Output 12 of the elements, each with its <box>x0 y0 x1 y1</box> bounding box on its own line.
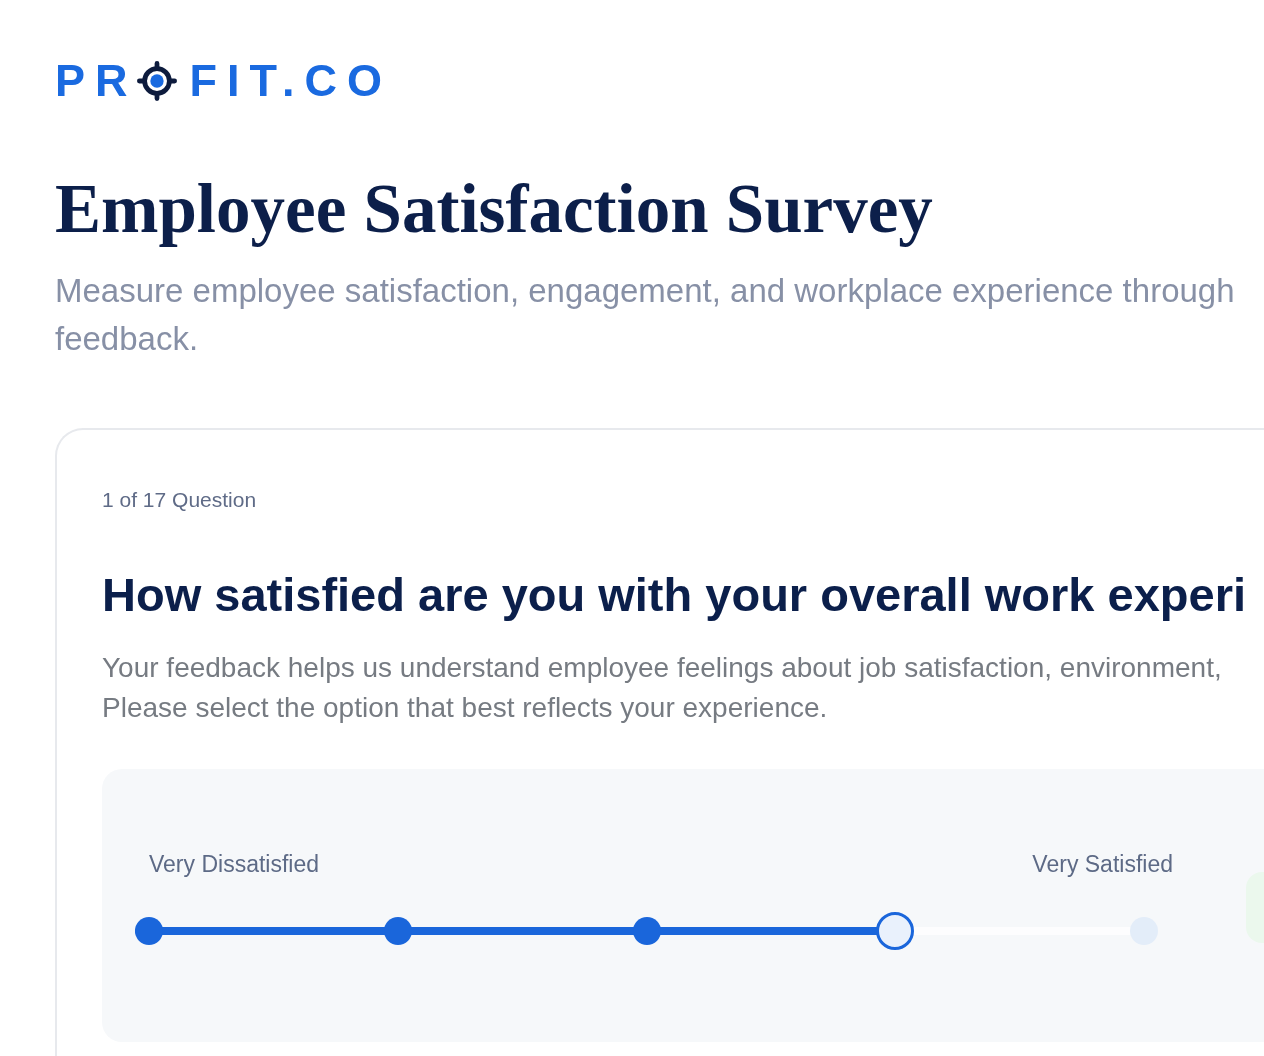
page-title: Employee Satisfaction Survey <box>55 170 934 249</box>
scale-point[interactable] <box>135 917 163 946</box>
crosshair-icon <box>136 60 177 101</box>
scale-point[interactable] <box>876 912 915 951</box>
question-title: How satisfied are you with your overall work experi <box>102 567 1248 624</box>
scale-label: Very Satisfied <box>1032 850 1173 880</box>
logo-text: PR <box>55 58 138 103</box>
scale-label: Very Dissatisfied <box>149 850 319 880</box>
question-description: Your feedback helps us understand employee feelings about job satisfaction, environment, Please select the option that best reflects your experience. <box>102 651 1223 726</box>
question-counter: 1 of 17 Question <box>102 486 258 513</box>
page-subtitle: Measure employee satisfaction, engagement, and workplace experience through feedback. <box>55 270 1236 359</box>
logo-text: FIT.CO <box>189 58 392 103</box>
